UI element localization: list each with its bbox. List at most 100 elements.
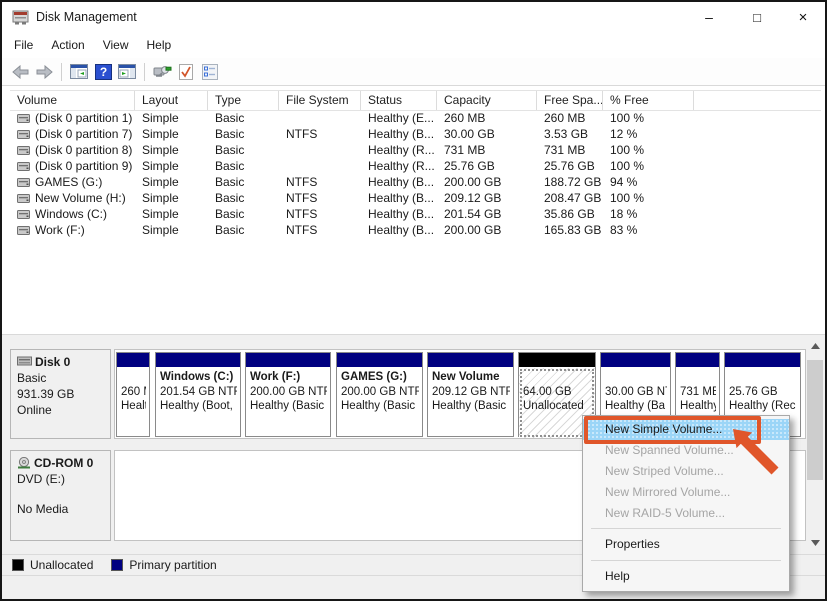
toolbar-separator: [144, 63, 145, 81]
menu-action[interactable]: Action: [42, 34, 93, 58]
cdrom-name: CD-ROM 0: [34, 456, 93, 470]
column-header-status[interactable]: Status: [361, 91, 437, 110]
partition-text-line: [605, 370, 667, 385]
legend-label: Primary partition: [129, 558, 216, 572]
partition-text-line: 30.00 GB NT: [605, 385, 667, 400]
disk0-name: Disk 0: [35, 355, 70, 369]
column-header-blank[interactable]: [694, 91, 821, 110]
partition-block-windows-c[interactable]: Windows (C:)201.54 GB NTFHealthy (Boot,: [155, 352, 241, 437]
cell-capacity: 200.00 GB: [437, 223, 537, 237]
table-row[interactable]: (Disk 0 partition 1)SimpleBasicHealthy (…: [10, 110, 821, 126]
toolbar-action-pane-button[interactable]: [116, 61, 138, 83]
partition-text-line: Healthy: [680, 399, 716, 414]
cell-fs: NTFS: [279, 127, 361, 141]
scrollbar-thumb[interactable]: [807, 360, 823, 480]
toolbar-help-button[interactable]: ?: [92, 61, 114, 83]
minimize-button[interactable]: –: [692, 2, 726, 33]
partition-text-line: Work (F:): [250, 370, 327, 385]
cell-type: Basic: [208, 159, 279, 173]
partition-block-260-mb[interactable]: 260 MBHealthy (: [116, 352, 150, 437]
column-header-free-spa[interactable]: Free Spa...: [537, 91, 603, 110]
partition-block-new-volume[interactable]: New Volume209.12 GB NTFHealthy (Basic: [427, 352, 514, 437]
vertical-scrollbar[interactable]: [806, 338, 824, 553]
partition-block-work-f[interactable]: Work (F:)200.00 GB NTFHealthy (Basic: [245, 352, 331, 437]
table-row[interactable]: (Disk 0 partition 8)SimpleBasicHealthy (…: [10, 142, 821, 158]
toolbar-check-button[interactable]: [175, 61, 197, 83]
toolbar-back-button[interactable]: [9, 61, 31, 83]
toolbar-console-tree-button[interactable]: [68, 61, 90, 83]
menu-separator: [591, 560, 781, 561]
column-header-capacity[interactable]: Capacity: [437, 91, 537, 110]
partition-text-line: [680, 370, 716, 385]
column-header-layout[interactable]: Layout: [135, 91, 208, 110]
partition-text-line: 731 MB: [680, 385, 716, 400]
cell-layout: Simple: [135, 127, 208, 141]
table-row[interactable]: New Volume (H:)SimpleBasicNTFSHealthy (B…: [10, 190, 821, 206]
cell-layout: Simple: [135, 159, 208, 173]
cell-status: Healthy (E...: [361, 111, 437, 125]
disk0-status: Online: [17, 403, 104, 417]
menu-view[interactable]: View: [94, 34, 138, 58]
table-row[interactable]: (Disk 0 partition 9)SimpleBasicHealthy (…: [10, 158, 821, 174]
cell-pct: 100 %: [603, 159, 694, 173]
legend-swatch: [12, 559, 24, 571]
menu-item-new-raid-5-volume: New RAID-5 Volume...: [583, 503, 789, 524]
volume-list: VolumeLayoutTypeFile SystemStatusCapacit…: [2, 88, 825, 334]
menu-help[interactable]: Help: [138, 34, 181, 58]
partition-text-line: Healthy (Boot,: [160, 399, 237, 414]
toolbar-forward-button[interactable]: [33, 61, 55, 83]
cell-fs: NTFS: [279, 191, 361, 205]
partition-text-line: [523, 370, 592, 385]
cell-layout: Simple: [135, 207, 208, 221]
toolbar-display-button[interactable]: [151, 61, 173, 83]
scroll-down-arrow[interactable]: [806, 535, 824, 551]
cell-volume: GAMES (G:): [10, 175, 135, 189]
partition-text-line: 260 MB: [121, 385, 146, 400]
table-row[interactable]: Work (F:)SimpleBasicNTFSHealthy (B...200…: [10, 222, 821, 238]
menu-file[interactable]: File: [5, 34, 42, 58]
legend-item-unallocated: Unallocated: [12, 558, 93, 572]
cell-layout: Simple: [135, 175, 208, 189]
partition-text-line: Healthy (Ba: [605, 399, 667, 414]
cell-free: 3.53 GB: [537, 127, 603, 141]
forward-icon: [36, 65, 53, 79]
cell-pct: 83 %: [603, 223, 694, 237]
partition-text-line: Windows (C:): [160, 370, 237, 385]
help-icon: ?: [95, 64, 112, 80]
back-icon: [12, 65, 29, 79]
cell-type: Basic: [208, 127, 279, 141]
cell-capacity: 200.00 GB: [437, 175, 537, 189]
partition-block-games-g[interactable]: GAMES (G:)200.00 GB NTFHealthy (Basic: [336, 352, 423, 437]
column-header-type[interactable]: Type: [208, 91, 279, 110]
close-button[interactable]: ×: [786, 2, 820, 33]
cell-fs: NTFS: [279, 223, 361, 237]
maximize-button[interactable]: □: [740, 2, 774, 33]
window-title: Disk Management: [36, 10, 137, 24]
cell-layout: Simple: [135, 111, 208, 125]
cell-type: Basic: [208, 143, 279, 157]
partition-text-line: Healthy (Basic: [341, 399, 419, 414]
column-header-volume[interactable]: Volume: [10, 91, 135, 110]
partition-block-body: Work (F:)200.00 GB NTFHealthy (Basic: [246, 368, 330, 436]
menu-item-help[interactable]: Help: [583, 565, 789, 588]
column-header-free[interactable]: % Free: [603, 91, 694, 110]
cell-free: 25.76 GB: [537, 159, 603, 173]
menu-item-properties[interactable]: Properties: [583, 533, 789, 556]
table-row[interactable]: GAMES (G:)SimpleBasicNTFSHealthy (B...20…: [10, 174, 821, 190]
column-header-file-system[interactable]: File System: [279, 91, 361, 110]
cell-status: Healthy (B...: [361, 175, 437, 189]
cell-volume: New Volume (H:): [10, 191, 135, 205]
table-row[interactable]: (Disk 0 partition 7)SimpleBasicNTFSHealt…: [10, 126, 821, 142]
primary-partition-bar: [156, 353, 240, 368]
disk0-label-panel[interactable]: Disk 0 Basic 931.39 GB Online: [10, 349, 111, 439]
toolbar-list-button[interactable]: [199, 61, 221, 83]
partition-text-line: 200.00 GB NTF: [341, 385, 419, 400]
cell-free: 35.86 GB: [537, 207, 603, 221]
cdrom-label-panel[interactable]: CD-ROM 0 DVD (E:) No Media: [10, 450, 111, 541]
table-row[interactable]: Windows (C:)SimpleBasicNTFSHealthy (B...…: [10, 206, 821, 222]
scroll-up-arrow[interactable]: [806, 338, 824, 354]
cell-free: 208.47 GB: [537, 191, 603, 205]
primary-partition-bar: [725, 353, 800, 368]
cell-status: Healthy (B...: [361, 191, 437, 205]
disk-icon: [17, 356, 32, 367]
